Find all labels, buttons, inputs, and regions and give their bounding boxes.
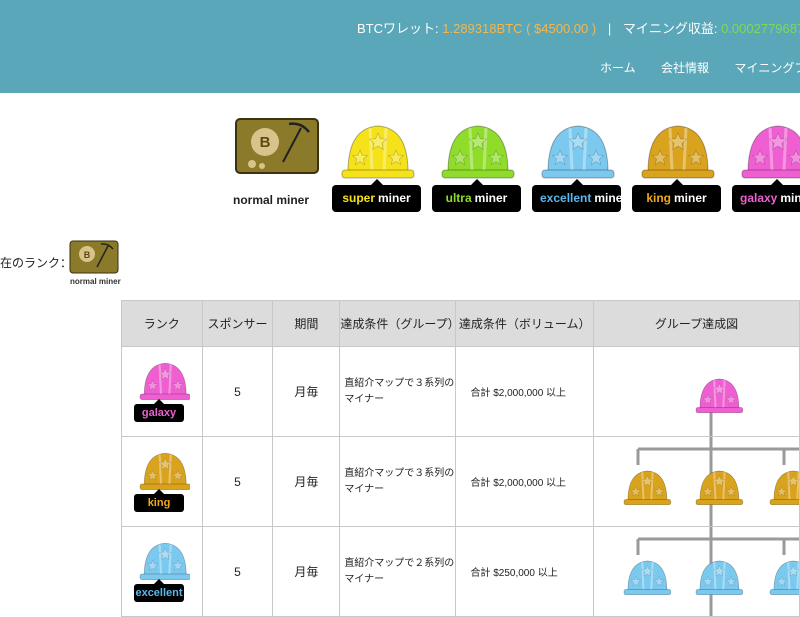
rank-suffix: miner [673, 191, 707, 205]
rank-name: super [342, 191, 375, 205]
rank-conditions-table: ランク スポンサー 期間 達成条件（グループ） 達成条件（ボリューム） グループ… [121, 300, 800, 617]
rank-name: king [646, 191, 671, 205]
helmet-icon [441, 125, 515, 179]
rank-galaxy-miner: galaxyminer [732, 118, 800, 218]
sponsor-cell: 5 [201, 346, 274, 437]
rank-excellent-miner: excellent miner [532, 118, 627, 218]
rank-king-miner: king miner [632, 118, 722, 218]
rank-badge: excellent [134, 579, 184, 602]
rank-suffix: miner [378, 191, 411, 205]
helmet-icon [341, 125, 415, 179]
rank-badge: galaxy [134, 399, 184, 422]
table-row: king 5 月毎 直紹介マップで３系列のマイナー 合計 $2,000,000 … [121, 436, 800, 527]
rank-cell: excellent [121, 526, 203, 617]
table-header-row: ランク スポンサー 期間 達成条件（グループ） 達成条件（ボリューム） グループ… [121, 300, 800, 347]
group-diagram [623, 437, 799, 526]
col-header-sponsor: スポンサー [201, 300, 274, 347]
wallet-value: 1.289318BTC ( $4500.00 ) [442, 21, 597, 36]
group-diagram-cell [592, 346, 800, 437]
group-diagram [695, 378, 744, 436]
rank-name: galaxy [740, 191, 778, 205]
rank-normal-miner: B normal miner [233, 118, 325, 218]
mining-value: 0.00027796870 [721, 21, 800, 36]
col-header-group-diagram: グループ達成図 [592, 300, 800, 347]
rank-badge: super miner [332, 179, 421, 212]
group-diagram-cell [592, 526, 800, 617]
group-condition-cell: 直紹介マップで２系列のマイナー [339, 526, 457, 617]
rank-suffix: miner [594, 191, 628, 205]
table-row: excellent 5 月毎 直紹介マップで２系列のマイナー 合計 $250,0… [121, 526, 800, 617]
group-condition-cell: 直紹介マップで３系列のマイナー [339, 436, 457, 527]
col-header-period: 期間 [272, 300, 341, 347]
svg-text:B: B [84, 250, 91, 260]
main-nav: ホーム 会社情報 マイニングプール [600, 59, 800, 76]
site-header: BTCワレット: 1.289318BTC ( $4500.00 ) | マイニン… [0, 0, 800, 93]
wallet-bar: BTCワレット: 1.289318BTC ( $4500.00 ) | マイニン… [357, 18, 800, 37]
rank-suffix: miner [780, 191, 800, 205]
mining-label: マイニング収益: [622, 21, 718, 36]
helmet-icon [541, 125, 615, 179]
rank-name: excellent [540, 191, 592, 205]
period-cell: 月毎 [272, 436, 341, 527]
helmet-icon [641, 125, 715, 179]
svg-text:B: B [260, 134, 271, 151]
sponsor-cell: 5 [201, 526, 274, 617]
rank-ultra-miner: ultra miner [432, 118, 522, 218]
current-rank-icon: B [69, 240, 119, 274]
rank-badge: king miner [632, 179, 721, 212]
volume-condition-cell: 合計 $250,000 以上 [455, 526, 594, 617]
table-row: galaxy 5 月毎 直紹介マップで３系列のマイナー 合計 $2,000,00… [121, 346, 800, 437]
rank-badge: excellent miner [532, 179, 627, 212]
current-rank-label: 在のランク： [0, 256, 73, 270]
rank-cell: galaxy [121, 346, 203, 437]
wallet-label: BTCワレット: [357, 21, 439, 36]
period-cell: 月毎 [272, 526, 341, 617]
col-header-rank: ランク [121, 300, 203, 347]
rank-badge: king [134, 489, 184, 512]
rank-suffix: miner [474, 191, 508, 205]
volume-condition-cell: 合計 $2,000,000 以上 [455, 436, 594, 527]
bitcoin-pickaxe-icon: B [235, 118, 319, 174]
current-rank-icon-label: normal miner [70, 277, 121, 286]
rank-badge: galaxyminer [732, 179, 800, 212]
separator: | [607, 21, 612, 36]
nav-mining-pool[interactable]: マイニングプール [734, 61, 800, 75]
rank-super-miner: super miner [332, 118, 422, 218]
volume-condition-cell: 合計 $2,000,000 以上 [455, 346, 594, 437]
group-diagram-cell [592, 436, 800, 527]
col-header-group-condition: 達成条件（グループ） [339, 300, 460, 347]
rank-label: normal miner [233, 193, 310, 207]
rank-cell: king [121, 436, 203, 527]
rank-badge: ultra miner [432, 179, 521, 212]
helmet-icon [741, 125, 800, 179]
period-cell: 月毎 [272, 346, 341, 437]
col-header-volume-condition: 達成条件（ボリューム） [455, 300, 594, 347]
nav-company[interactable]: 会社情報 [661, 61, 709, 75]
group-condition-cell: 直紹介マップで３系列のマイナー [339, 346, 457, 437]
nav-home[interactable]: ホーム [600, 61, 636, 75]
group-diagram [623, 527, 799, 616]
sponsor-cell: 5 [201, 436, 274, 527]
rank-name: ultra [445, 191, 472, 205]
